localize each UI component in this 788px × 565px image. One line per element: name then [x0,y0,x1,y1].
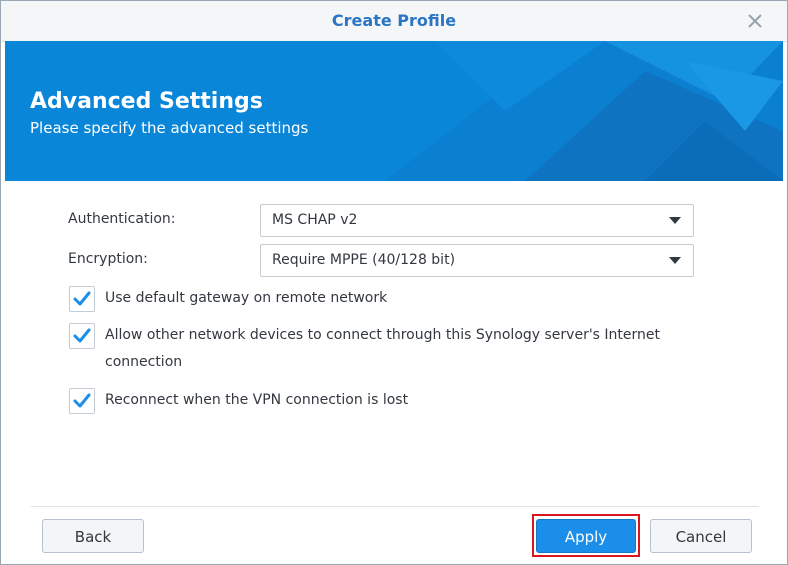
authentication-value: MS CHAP v2 [272,212,358,228]
banner-subtitle: Please specify the advanced settings [30,119,309,137]
default-gateway-label: Use default gateway on remote network [105,290,388,306]
encryption-select[interactable]: Require MPPE (40/128 bit) [260,244,694,277]
close-icon [748,14,762,28]
apply-button[interactable]: Apply [536,519,636,553]
cancel-button[interactable]: Cancel [650,519,752,553]
checkmark-icon [73,393,91,408]
title-bar: Create Profile [1,1,787,42]
reconnect-label: Reconnect when the VPN connection is los… [105,392,409,408]
dialog-title: Create Profile [331,11,457,30]
close-button[interactable] [743,9,767,33]
authentication-label: Authentication: [68,211,176,227]
reconnect-checkbox[interactable] [69,388,95,414]
encryption-value: Require MPPE (40/128 bit) [272,252,456,268]
create-profile-dialog: Create Profile Advanced Settings Please … [0,0,788,565]
chevron-down-icon [669,257,681,264]
checkmark-icon [73,328,91,343]
allow-network-devices-checkbox[interactable] [69,323,95,349]
banner-title: Advanced Settings [30,89,263,114]
footer-divider [31,506,759,507]
header-banner: Advanced Settings Please specify the adv… [5,41,783,181]
encryption-label: Encryption: [68,251,148,267]
checkmark-icon [73,291,91,306]
authentication-select[interactable]: MS CHAP v2 [260,204,694,237]
default-gateway-checkbox[interactable] [69,286,95,312]
chevron-down-icon [669,217,681,224]
back-button[interactable]: Back [42,519,144,553]
allow-network-devices-label: Allow other network devices to connect t… [105,327,661,370]
